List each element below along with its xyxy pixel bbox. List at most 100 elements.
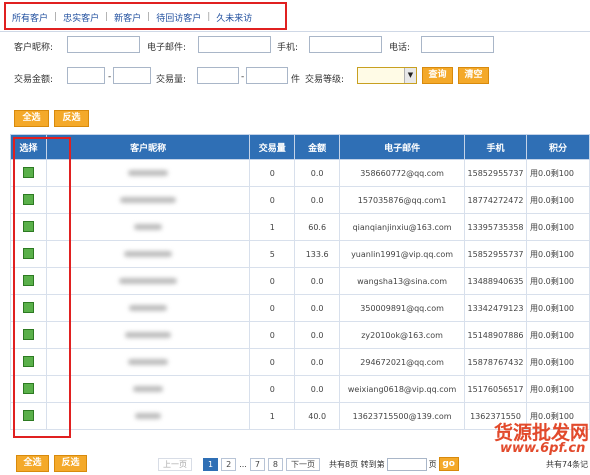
volume-cell: 0 xyxy=(249,267,296,295)
row-checkbox[interactable] xyxy=(22,382,34,394)
col-nickname: 客户昵称 xyxy=(45,134,251,160)
nickname-label: 客户昵称: xyxy=(14,43,54,53)
table-row: 5 133.6 yuanlin1991@vip.qq.com 15852955737 用… xyxy=(10,240,590,268)
volume-unit: 件 xyxy=(291,75,301,85)
select-all-button-bottom[interactable]: 全选 xyxy=(16,455,49,472)
page-8[interactable]: 8 xyxy=(267,457,284,471)
row-checkbox[interactable] xyxy=(22,193,34,205)
volume-min-input[interactable] xyxy=(197,67,239,84)
points-cell: 用0.0剩100 xyxy=(526,159,590,187)
row-select-cell xyxy=(10,240,47,268)
mobile-input[interactable] xyxy=(309,36,382,53)
divider xyxy=(0,31,590,32)
volume-cell: 5 xyxy=(249,240,296,268)
blurred-nickname xyxy=(119,277,178,284)
tab-followup-customers[interactable]: 待回访客户 xyxy=(150,11,207,24)
go-button[interactable]: go xyxy=(438,457,459,471)
email-cell: 294672021@qq.com xyxy=(339,348,466,376)
points-cell: 用0.0剩100 xyxy=(526,321,590,349)
mobile-label: 手机: xyxy=(277,43,299,53)
phone-input[interactable] xyxy=(421,36,494,53)
volume-max-input[interactable] xyxy=(246,67,288,84)
clear-button[interactable]: 清空 xyxy=(458,67,489,84)
blurred-nickname xyxy=(134,223,163,230)
volume-label: 交易量: xyxy=(156,75,187,85)
row-select-cell xyxy=(10,402,47,430)
table-row: 0 0.0 wangsha13@sina.com 13488940635 用0.0剩10… xyxy=(10,267,590,295)
mobile-cell: 15176056517 xyxy=(464,375,528,403)
email-cell: qianqianjinxiu@163.com xyxy=(339,213,466,241)
points-cell: 用0.0剩100 xyxy=(526,213,590,241)
row-checkbox[interactable] xyxy=(22,355,34,367)
amount-min-input[interactable] xyxy=(67,67,105,84)
tab-all-customers[interactable]: 所有客户 xyxy=(6,11,54,24)
mobile-cell: 13342479123 xyxy=(464,294,528,322)
level-label: 交易等级: xyxy=(305,75,345,85)
volume-cell: 0 xyxy=(249,348,296,376)
blurred-nickname xyxy=(135,412,162,419)
query-button[interactable]: 查询 xyxy=(422,67,453,84)
tab-loyal-customers[interactable]: 忠实客户 xyxy=(57,11,105,24)
invert-selection-button-bottom[interactable]: 反选 xyxy=(54,455,87,472)
tab-inactive-customers[interactable]: 久未来访 xyxy=(210,11,258,24)
nickname-cell xyxy=(45,186,251,214)
tab-new-customers[interactable]: 新客户 xyxy=(108,11,147,24)
row-select-cell xyxy=(10,213,47,241)
mobile-cell: 15878767432 xyxy=(464,348,528,376)
amount-cell: 0.0 xyxy=(294,348,341,376)
amount-max-input[interactable] xyxy=(113,67,151,84)
row-checkbox[interactable] xyxy=(22,166,34,178)
email-input[interactable] xyxy=(198,36,271,53)
amount-cell: 40.0 xyxy=(294,402,341,430)
phone-label: 电话: xyxy=(389,43,411,53)
blurred-nickname xyxy=(125,331,172,338)
nickname-input[interactable] xyxy=(67,36,140,53)
table-row: 0 0.0 350009891@qq.com 13342479123 用0.0剩100 xyxy=(10,294,590,322)
points-cell: 用0.0剩100 xyxy=(526,240,590,268)
amount-cell: 0.0 xyxy=(294,159,341,187)
next-page-button[interactable]: 下一页 xyxy=(286,457,321,471)
points-cell: 用0.0剩100 xyxy=(526,186,590,214)
blurred-nickname xyxy=(120,196,177,203)
row-checkbox[interactable] xyxy=(22,301,34,313)
table-header-row: 选择 客户昵称 交易量 金额 电子邮件 手机 积分 xyxy=(10,134,590,160)
row-checkbox[interactable] xyxy=(22,328,34,340)
mobile-cell: 15148907886 xyxy=(464,321,528,349)
row-checkbox[interactable] xyxy=(22,274,34,286)
nickname-cell xyxy=(45,213,251,241)
select-all-button[interactable]: 全选 xyxy=(14,110,49,127)
nickname-cell xyxy=(45,240,251,268)
table-row: 1 60.6 qianqianjinxiu@163.com 13395735358 用0… xyxy=(10,213,590,241)
email-cell: wangsha13@sina.com xyxy=(339,267,466,295)
pagination: 上一页 1 2 ... 7 8 下一页 共有8页 转到第 页 go xyxy=(158,457,459,471)
page-ellipsis: ... xyxy=(239,459,247,469)
email-cell: zy2010ok@163.com xyxy=(339,321,466,349)
email-cell: 358660772@qq.com xyxy=(339,159,466,187)
volume-cell: 1 xyxy=(249,213,296,241)
goto-page-input[interactable] xyxy=(386,457,427,471)
amount-label: 交易金额: xyxy=(14,75,54,85)
col-points: 积分 xyxy=(526,134,590,160)
amount-cell: 0.0 xyxy=(294,321,341,349)
points-cell: 用0.0剩100 xyxy=(526,375,590,403)
row-select-cell xyxy=(10,375,47,403)
volume-separator: - xyxy=(241,72,245,82)
page-suffix: 页 xyxy=(428,459,437,469)
row-checkbox[interactable] xyxy=(22,409,34,421)
page-total-text: 共有8页 转到第 xyxy=(329,459,385,469)
row-checkbox[interactable] xyxy=(22,220,34,232)
page-1[interactable]: 1 xyxy=(203,457,219,471)
invert-selection-button[interactable]: 反选 xyxy=(54,110,89,127)
level-select[interactable]: ▼ xyxy=(357,67,417,84)
blurred-nickname xyxy=(128,358,169,365)
page-2[interactable]: 2 xyxy=(221,457,237,471)
row-checkbox[interactable] xyxy=(22,247,34,259)
row-select-cell xyxy=(10,186,47,214)
col-volume: 交易量 xyxy=(249,134,296,160)
prev-page-button[interactable]: 上一页 xyxy=(158,457,192,471)
page-7[interactable]: 7 xyxy=(249,457,265,471)
volume-cell: 0 xyxy=(249,375,296,403)
mobile-cell: 15852955737 xyxy=(464,240,528,268)
table-row: 0 0.0 294672021@qq.com 15878767432 用0.0剩100 xyxy=(10,348,590,376)
amount-cell: 60.6 xyxy=(294,213,341,241)
